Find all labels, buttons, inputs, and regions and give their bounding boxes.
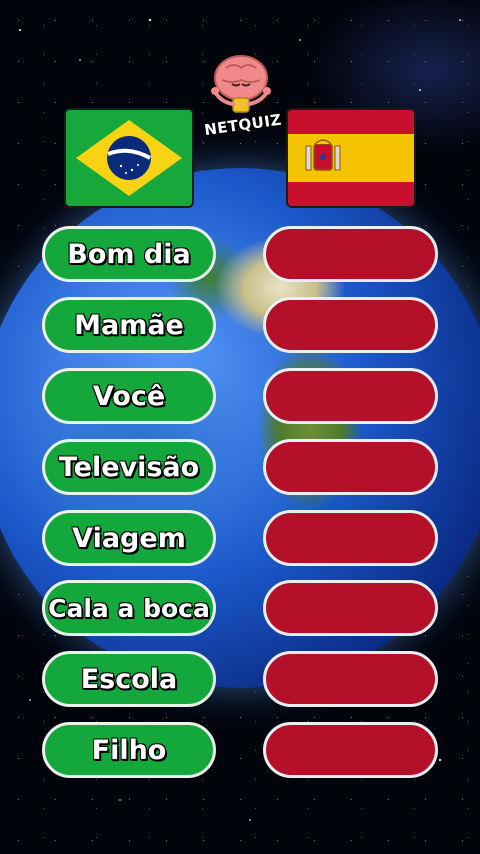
word-button-pt[interactable]: Bom dia [42,226,216,282]
word-button-pt[interactable]: Televisão [42,439,216,495]
word-button-pt[interactable]: Escola [42,651,216,707]
word-button-pt[interactable]: Filho [42,722,216,778]
answer-slot-es[interactable] [263,297,438,353]
word-button-pt[interactable]: Cala a boca [42,580,216,636]
spain-flag-icon [288,110,414,206]
answer-slot-es[interactable] [263,368,438,424]
brazil-flag-icon [66,110,192,206]
answer-slot-es[interactable] [263,580,438,636]
answer-slot-es[interactable] [263,722,438,778]
answer-slot-es[interactable] [263,651,438,707]
answer-slot-es[interactable] [263,226,438,282]
word-button-pt[interactable]: Viagem [42,510,216,566]
word-button-pt[interactable]: Mamãe [42,297,216,353]
answer-slot-es[interactable] [263,510,438,566]
word-button-pt[interactable]: Você [42,368,216,424]
answer-slot-es[interactable] [263,439,438,495]
